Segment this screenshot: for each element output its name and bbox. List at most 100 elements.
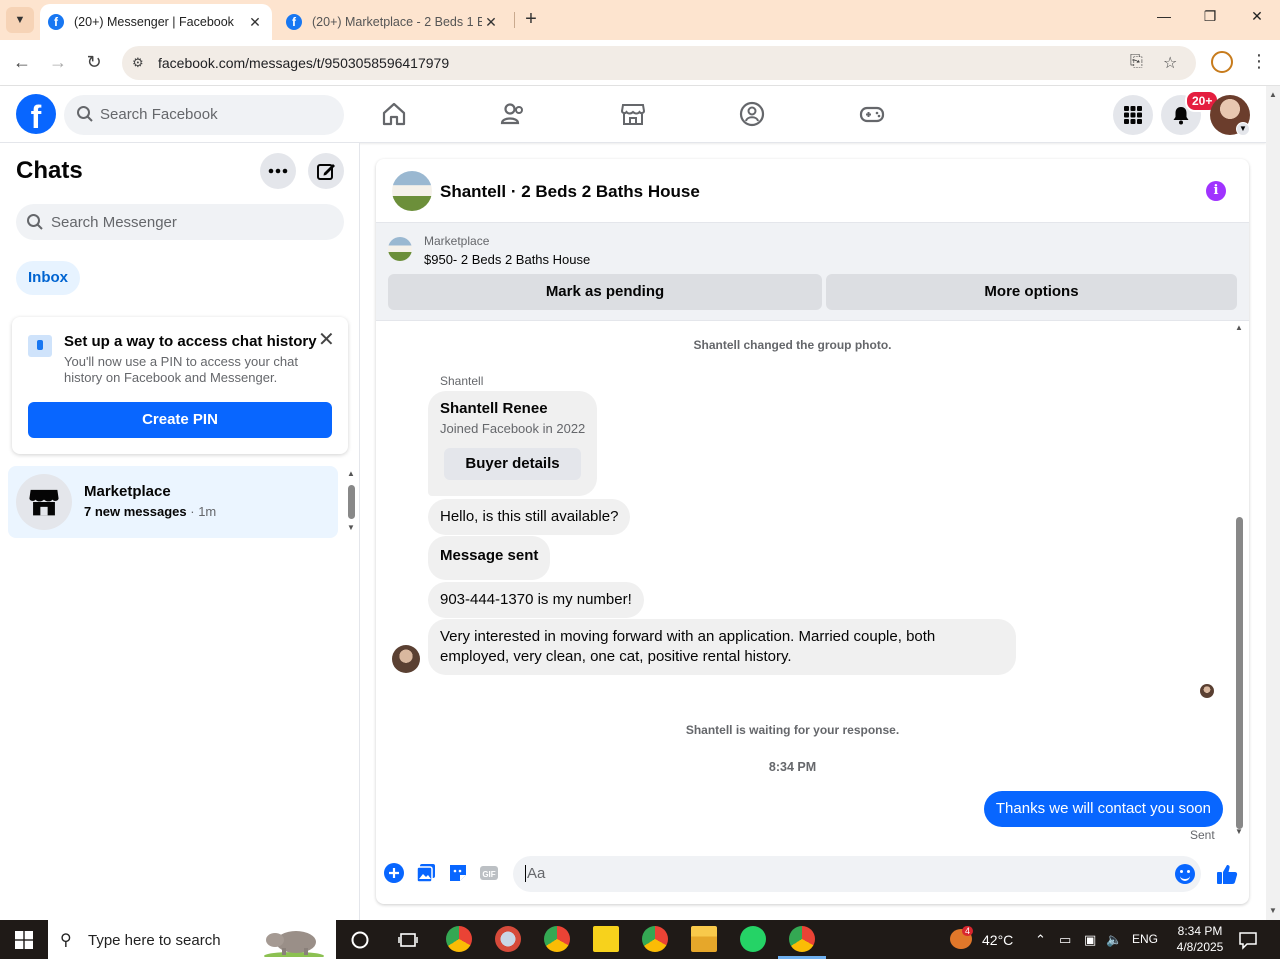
browser-menu-icon[interactable]: ⋮: [1250, 51, 1268, 72]
chevron-down-icon[interactable]: ▼: [1236, 122, 1250, 136]
conversation-panel: Shantell · 2 Beds 2 Baths House i Market…: [376, 159, 1249, 904]
incoming-message: Hello, is this still available?: [428, 499, 631, 535]
scroll-down-icon[interactable]: ▼: [1269, 906, 1277, 915]
marketplace-icon[interactable]: [619, 100, 647, 128]
create-pin-button[interactable]: Create PIN: [28, 402, 332, 438]
facebook-logo-icon[interactable]: f: [16, 94, 56, 134]
network-icon[interactable]: ▭: [1059, 932, 1071, 948]
plus-circle-icon[interactable]: [383, 862, 405, 884]
chat-options-button[interactable]: [260, 153, 296, 189]
tab-messenger[interactable]: f (20+) Messenger | Facebook ✕: [40, 4, 272, 40]
chrome-active-app-icon[interactable]: [789, 926, 815, 952]
tab-marketplace[interactable]: f (20+) Marketplace - 2 Beds 1 Ba ✕: [278, 4, 508, 40]
thumbs-up-icon[interactable]: [1215, 862, 1239, 886]
message-timestamp: 8:34 PM: [768, 760, 817, 774]
incoming-message: Message sent: [428, 536, 551, 580]
back-icon[interactable]: ←: [10, 52, 34, 73]
groups-icon[interactable]: [738, 100, 766, 128]
bookmark-star-icon[interactable]: ☆: [1163, 53, 1177, 73]
meet-now-icon[interactable]: ▣: [1084, 932, 1096, 948]
thread-scrollbar[interactable]: ▲ ▼: [1233, 321, 1247, 841]
app-icon[interactable]: [495, 926, 521, 952]
scroll-down-icon[interactable]: ▼: [1235, 827, 1243, 836]
photo-icon[interactable]: [415, 862, 437, 884]
chat-list-scrollbar[interactable]: ▲ ▼: [344, 469, 358, 535]
whatsapp-app-icon[interactable]: [740, 926, 766, 952]
info-icon[interactable]: i: [1206, 181, 1226, 201]
new-tab-icon[interactable]: +: [520, 8, 542, 30]
notification-center-icon[interactable]: [1238, 930, 1258, 950]
file-explorer-app-icon[interactable]: [691, 926, 717, 952]
tray-overflow-icon[interactable]: ⌃: [1035, 932, 1046, 948]
gaming-icon[interactable]: [858, 100, 886, 128]
browser-tab-bar: ▼ f (20+) Messenger | Facebook ✕ f (20+)…: [0, 0, 1280, 40]
url-text[interactable]: facebook.com/messages/t/9503058596417979: [158, 55, 449, 71]
sticky-notes-app-icon[interactable]: [593, 926, 619, 952]
hippo-search-highlight-icon: [264, 931, 324, 957]
messenger-search-input[interactable]: Search Messenger: [16, 204, 344, 240]
taskbar-search-placeholder: Type here to search: [88, 932, 221, 949]
address-bar: ← → ↻ ⚙ facebook.com/messages/t/95030585…: [0, 40, 1280, 86]
omnibox[interactable]: ⚙ facebook.com/messages/t/95030585964179…: [122, 46, 1196, 80]
clock-date: 4/8/2025: [1176, 940, 1224, 954]
close-tab-icon[interactable]: ✕: [482, 14, 500, 31]
scroll-up-icon[interactable]: ▲: [347, 469, 355, 478]
conversation-list-item[interactable]: Marketplace 7 new messages · 1m: [8, 466, 338, 538]
chrome-profile-app-icon[interactable]: [544, 926, 570, 952]
taskbar-search-box[interactable]: ⚲ Type here to search: [48, 920, 336, 959]
forward-icon[interactable]: →: [46, 52, 70, 73]
cortana-icon[interactable]: [350, 930, 370, 950]
gif-icon[interactable]: GIF: [478, 862, 500, 884]
install-app-icon[interactable]: ⎘: [1130, 53, 1143, 71]
volume-icon[interactable]: 🔈: [1106, 932, 1122, 948]
listing-thumbnail[interactable]: [388, 237, 412, 261]
sticker-icon[interactable]: [447, 862, 469, 884]
weather-temp[interactable]: 42°C: [982, 932, 1013, 948]
scroll-down-icon[interactable]: ▼: [347, 523, 355, 532]
restore-icon[interactable]: ❐: [1187, 8, 1233, 25]
message-input[interactable]: Aa: [513, 856, 1201, 892]
buyer-details-button[interactable]: Buyer details: [444, 448, 581, 480]
preview-time: 1m: [198, 504, 217, 519]
language-indicator[interactable]: ENG: [1132, 932, 1158, 946]
scroll-up-icon[interactable]: ▲: [1269, 90, 1277, 99]
system-clock[interactable]: 8:34 PM 4/8/2025: [1168, 923, 1232, 955]
reload-icon[interactable]: ↻: [82, 52, 106, 73]
incoming-message: Very interested in moving forward with a…: [428, 619, 1016, 675]
facebook-favicon-icon: f: [48, 14, 64, 30]
facebook-search-input[interactable]: Search Facebook: [64, 95, 344, 135]
task-view-icon[interactable]: [398, 930, 418, 950]
new-message-button[interactable]: [308, 153, 344, 189]
search-icon: [77, 106, 93, 122]
scroll-thumb[interactable]: [348, 485, 355, 519]
site-settings-icon[interactable]: ⚙: [132, 55, 144, 71]
conversation-header: Shantell · 2 Beds 2 Baths House i: [376, 159, 1249, 223]
conversation-title[interactable]: Shantell · 2 Beds 2 Baths House: [440, 182, 700, 202]
close-tab-icon[interactable]: ✕: [246, 14, 264, 31]
inbox-filter-tab[interactable]: Inbox: [16, 261, 80, 295]
chrome-profile-app-icon[interactable]: [642, 926, 668, 952]
page-scrollbar[interactable]: ▲ ▼: [1266, 86, 1280, 920]
more-options-button[interactable]: More options: [826, 274, 1237, 310]
conversation-preview: 7 new messages · 1m: [84, 504, 216, 519]
scroll-up-icon[interactable]: ▲: [1235, 323, 1243, 332]
mark-as-pending-button[interactable]: Mark as pending: [388, 274, 822, 310]
home-icon[interactable]: [380, 100, 408, 128]
tab-list-chevron-icon[interactable]: ▼: [6, 7, 34, 33]
minimize-icon[interactable]: —: [1141, 8, 1187, 24]
search-placeholder: Search Messenger: [51, 214, 177, 231]
close-icon[interactable]: ✕: [318, 327, 335, 352]
menu-grid-button[interactable]: [1113, 95, 1153, 135]
chrome-app-icon[interactable]: [446, 926, 472, 952]
read-receipt-avatar: [1200, 684, 1214, 698]
listing-price-title[interactable]: $950- 2 Beds 2 Baths House: [424, 252, 590, 267]
browser-profile-icon[interactable]: [1211, 51, 1233, 73]
scroll-thumb[interactable]: [1236, 517, 1243, 829]
windows-start-button[interactable]: [0, 920, 48, 959]
emoji-icon[interactable]: [1175, 864, 1195, 884]
close-window-icon[interactable]: ✕: [1234, 8, 1280, 25]
friends-icon[interactable]: [499, 100, 527, 128]
sender-avatar[interactable]: [392, 645, 420, 673]
svg-text:GIF: GIF: [482, 870, 495, 879]
listing-photo[interactable]: [392, 171, 432, 211]
